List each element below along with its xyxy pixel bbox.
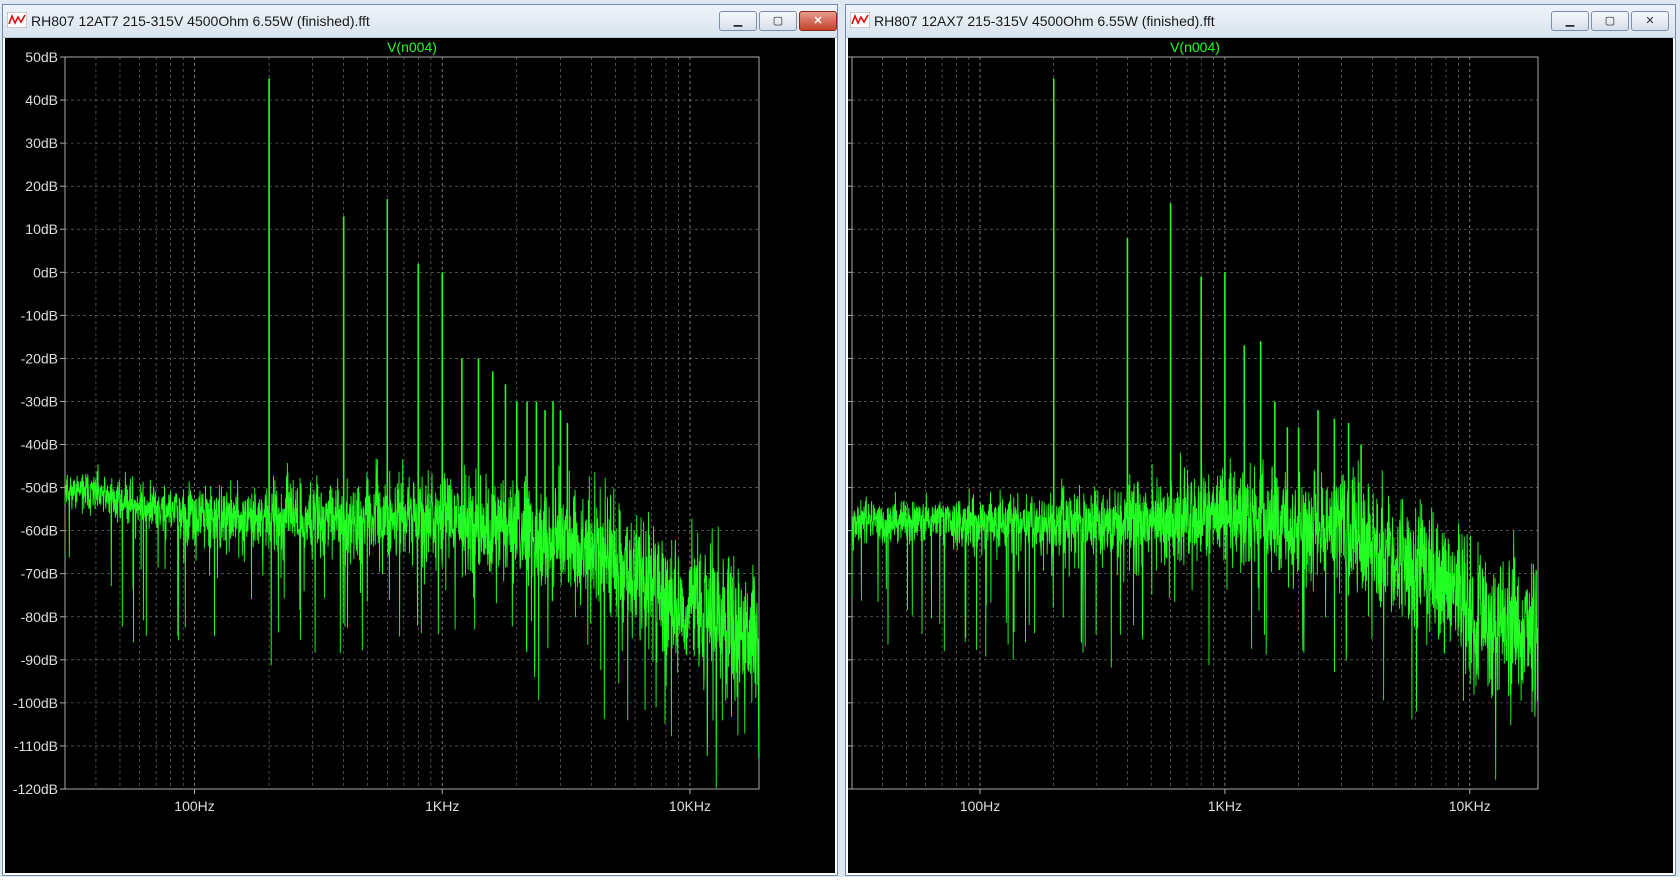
plot-area[interactable]: V(n004) 50dB 40dB 30dB 20dB 10dB 0dB -10dB -20dB… <box>5 38 835 873</box>
maximize-button[interactable]: ▢ <box>1591 11 1629 31</box>
fft-window-12at7[interactable]: RH807 12AT7 215-315V 4500Ohm 6.55W (fini… <box>2 4 838 876</box>
grid <box>65 57 759 789</box>
titlebar[interactable]: RH807 12AX7 215-315V 4500Ohm 6.55W (fini… <box>846 5 1675 38</box>
titlebar[interactable]: RH807 12AT7 215-315V 4500Ohm 6.55W (fini… <box>3 5 837 38</box>
taskbar-edge <box>0 877 1680 883</box>
y-tick-label: 20dB <box>25 178 58 194</box>
y-tick-label: -110dB <box>14 738 58 754</box>
minimize-button[interactable]: ▁ <box>1551 11 1589 31</box>
x-tick-label: 100Hz <box>960 798 1000 814</box>
window-title: RH807 12AX7 215-315V 4500Ohm 6.55W (fini… <box>874 13 1215 29</box>
waveform-app-icon <box>850 12 870 28</box>
y-tick-label: -50dB <box>21 480 58 496</box>
trace-label: V(n004) <box>1170 39 1220 55</box>
grid <box>852 57 1538 789</box>
close-icon: ✕ <box>1645 15 1655 27</box>
y-tick-label: -40dB <box>21 437 58 453</box>
plot-frame <box>64 56 760 790</box>
y-tick-label: 30dB <box>25 135 58 151</box>
maximize-icon: ▢ <box>1604 15 1616 27</box>
fft-window-12ax7[interactable]: RH807 12AX7 215-315V 4500Ohm 6.55W (fini… <box>845 4 1676 876</box>
y-tick-label: 40dB <box>25 92 58 108</box>
minimize-button[interactable]: ▁ <box>719 11 757 31</box>
trace-label: V(n004) <box>387 39 437 55</box>
y-tick-label: -30dB <box>21 393 58 409</box>
maximize-button[interactable]: ▢ <box>759 11 797 31</box>
plot-area[interactable]: V(n004)50dB40dB30dB20dB10dB0dB-10dB-20dB… <box>848 38 1673 873</box>
fft-chart[interactable]: V(n004)50dB40dB30dB20dB10dB0dB-10dB-20dB… <box>848 38 1673 873</box>
y-tick-label: -80dB <box>21 609 58 625</box>
y-tick-label: 0dB <box>33 264 58 280</box>
y-tick-label: -90dB <box>21 652 58 668</box>
minimize-icon: ▁ <box>1565 15 1575 27</box>
y-tick-label: -20dB <box>21 350 58 366</box>
noise-trace <box>851 452 1539 780</box>
x-tick-label: 1KHz <box>1208 798 1242 814</box>
y-tick-label: 10dB <box>25 221 58 237</box>
x-tick-label: 100Hz <box>174 798 214 814</box>
x-tick-label: 10KHz <box>669 798 711 814</box>
close-button[interactable]: ✕ <box>1631 11 1669 31</box>
maximize-icon: ▢ <box>772 15 784 27</box>
close-button[interactable]: ✕ <box>799 11 837 31</box>
x-tick-label: 10KHz <box>1449 798 1491 814</box>
waveform-app-icon <box>7 12 27 28</box>
y-tick-label: -10dB <box>21 307 58 323</box>
y-tick-label: -100dB <box>13 695 58 711</box>
noise-trace <box>64 458 760 789</box>
minimize-icon: ▁ <box>733 15 743 27</box>
plot-frame <box>851 56 1539 790</box>
y-tick-label: -120dB <box>13 781 58 797</box>
fft-chart[interactable]: V(n004) 50dB 40dB 30dB 20dB 10dB 0dB -10dB -20dB… <box>5 38 835 873</box>
close-icon: ✕ <box>813 15 823 27</box>
window-title: RH807 12AT7 215-315V 4500Ohm 6.55W (fini… <box>31 13 370 29</box>
y-tick-label: -60dB <box>21 523 58 539</box>
y-tick-label: 50dB <box>25 49 58 65</box>
y-tick-label: -70dB <box>21 566 58 582</box>
x-tick-label: 1KHz <box>425 798 459 814</box>
